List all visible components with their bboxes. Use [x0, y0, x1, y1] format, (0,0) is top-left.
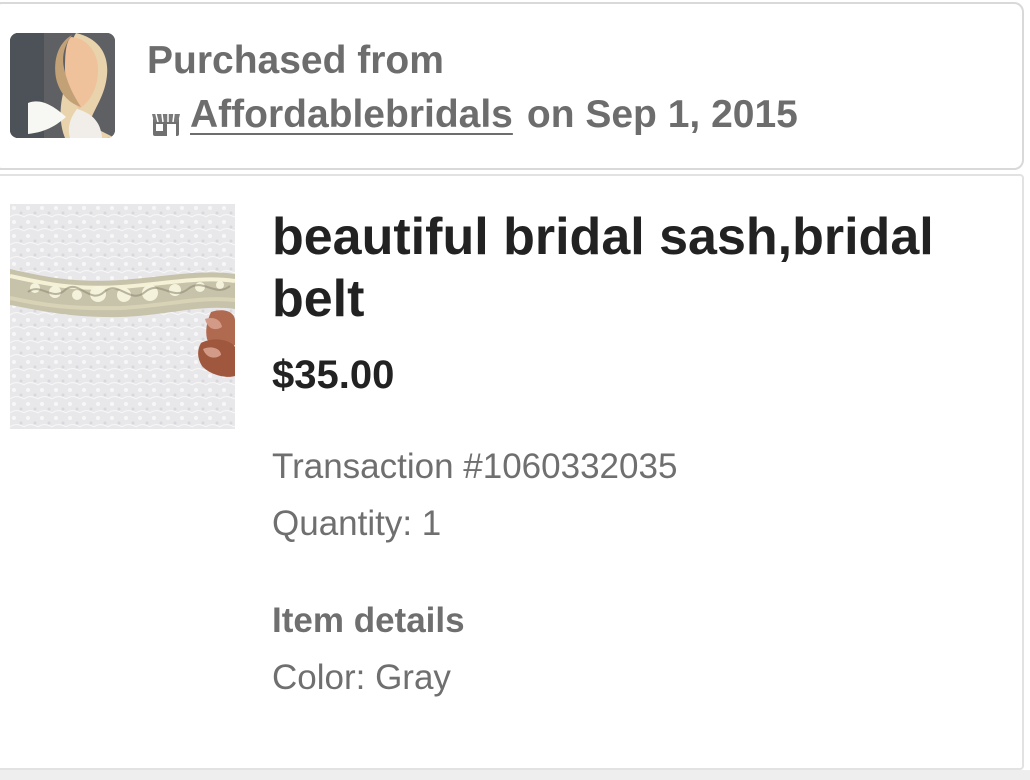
bottom-divider	[0, 770, 1030, 780]
item-title[interactable]: beautiful bridal sash,bridal belt	[272, 206, 992, 330]
item-details-heading: Item details	[272, 601, 465, 640]
purchase-detail-page: Purchased from Affordablebridals on Sep …	[0, 0, 1030, 780]
seller-card	[0, 2, 1024, 170]
seller-shop-link[interactable]: Affordablebridals	[190, 92, 513, 138]
purchased-from-label: Purchased from	[147, 39, 444, 82]
purchase-date: on Sep 1, 2015	[526, 93, 798, 136]
item-color: Color: Gray	[272, 658, 451, 697]
item-quantity: Quantity: 1	[272, 504, 442, 543]
seller-avatar[interactable]	[10, 33, 115, 138]
item-price: $35.00	[272, 353, 395, 397]
transaction-number: Transaction #1060332035	[272, 447, 678, 486]
shop-icon	[150, 103, 182, 136]
item-image[interactable]	[10, 204, 235, 429]
seller-line: Affordablebridals on Sep 1, 2015	[150, 92, 798, 138]
